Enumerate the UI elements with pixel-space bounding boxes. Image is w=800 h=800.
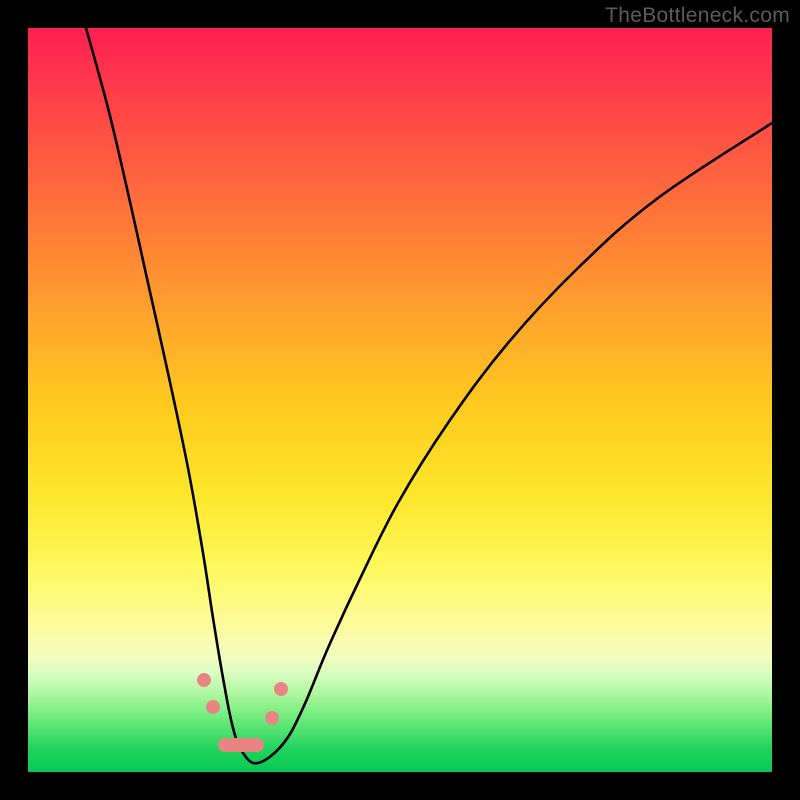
plot-area <box>28 28 772 772</box>
plateau-marker <box>218 738 264 752</box>
chart-frame: TheBottleneck.com <box>0 0 800 800</box>
curve-path <box>86 28 772 763</box>
bottleneck-curve <box>28 28 772 772</box>
watermark-text: TheBottleneck.com <box>605 4 790 28</box>
